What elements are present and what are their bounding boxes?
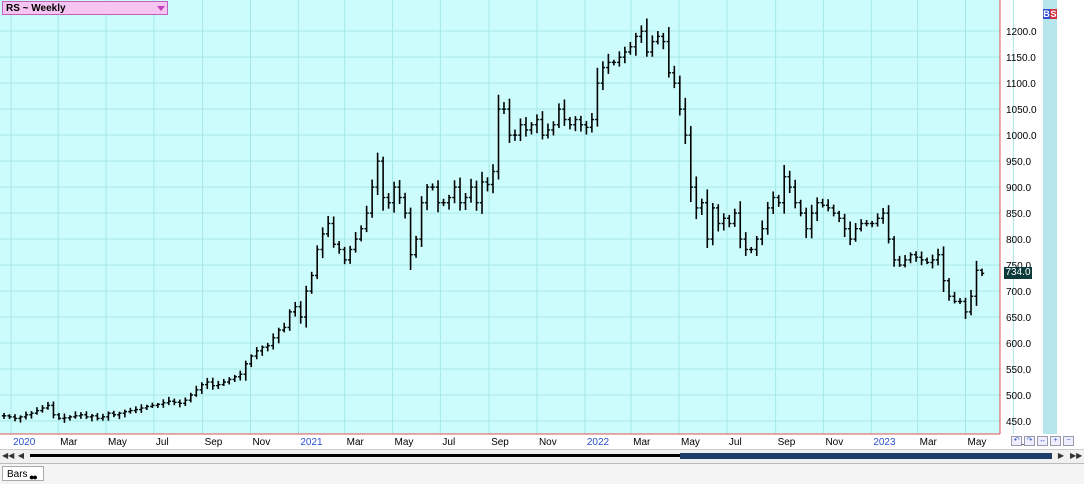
x-tick-label: Nov [252,437,270,448]
x-tick-label: Sep [778,437,796,448]
x-tick-label: May [395,437,414,448]
x-tick-label: May [681,437,700,448]
scroll-end-icon[interactable]: ▶▶ [1070,451,1082,461]
buy-badge[interactable]: B [1043,9,1050,19]
buy-sell-badge[interactable]: BS [1043,9,1057,19]
symbol-selector[interactable]: RS ~ Weekly [2,1,168,15]
scroll-start-icon[interactable]: ◀◀ [2,451,14,461]
scroll-right-icon[interactable]: ▶ [1056,451,1066,461]
status-bar: Bars ●● [0,463,1084,484]
chart-style-tab[interactable]: Bars ●● [2,466,44,482]
x-tick-label: Mar [347,437,365,448]
y-tick-label: 450.0 [1006,417,1031,428]
y-tick-label: 850.0 [1006,209,1031,220]
x-tick-label: Sep [205,437,223,448]
undo-icon[interactable]: ↶ [1011,436,1022,446]
y-tick-label: 1000.0 [1006,131,1037,142]
time-scrollbar[interactable]: ◀◀ ◀ ▶ ▶▶ [0,449,1084,463]
x-tick-label: Sep [491,437,509,448]
dropdown-arrow-icon[interactable] [157,6,165,11]
y-tick-label: 1050.0 [1006,105,1037,116]
y-tick-label: 650.0 [1006,313,1031,324]
x-tick-label: Mar [920,437,938,448]
y-tick-label: 550.0 [1006,365,1031,376]
zoom-in-icon[interactable]: + [1050,436,1061,446]
y-tick-label: 500.0 [1006,391,1031,402]
x-axis-labels: 2020 Mar May Jul Sep Nov 2021 Mar May Jul Sep Nov 20… [13,437,1028,448]
y-tick-label: 1100.0 [1006,79,1036,90]
x-tick-label: Jul [156,437,169,448]
scroll-left-icon[interactable]: ◀ [16,451,26,461]
sell-badge[interactable]: S [1050,9,1057,19]
x-tick-label: 2023 [873,437,896,448]
right-strip [1043,0,1057,434]
y-tick-label: 950.0 [1006,157,1031,168]
x-tick-label: Nov [539,437,557,448]
x-tick-label: May [968,437,987,448]
x-tick-label: Mar [633,437,651,448]
y-tick-label: 1150.0 [1006,53,1036,64]
x-tick-label: May [108,437,127,448]
y-tick-label: 600.0 [1006,339,1031,350]
x-tick-label: Nov [825,437,843,448]
zoom-out-icon[interactable]: − [1063,436,1074,446]
redo-icon[interactable]: ↷ [1024,436,1035,446]
last-price-tag: 734.0 [1004,267,1032,280]
y-tick-label: 700.0 [1006,287,1031,298]
price-chart[interactable]: 450.0500.0550.0600.0650.0700.0750.0800.0… [0,0,1084,449]
x-tick-label: Jul [442,437,455,448]
expand-icon[interactable]: ↔ [1037,436,1048,446]
y-tick-label: 1200.0 [1006,27,1037,38]
chart-style-label: Bars [7,469,28,480]
y-tick-label: 800.0 [1006,235,1031,246]
x-tick-label: 2020 [13,437,36,448]
y-axis-labels: 450.0500.0550.0600.0650.0700.0750.0800.0… [1006,27,1037,428]
x-tick-label: Mar [60,437,78,448]
x-tick-label: 2021 [300,437,323,448]
chart-area[interactable]: 450.0500.0550.0600.0650.0700.0750.0800.0… [0,0,1084,449]
y-tick-label: 900.0 [1006,183,1031,194]
x-tick-label: Jul [729,437,742,448]
x-tick-label: 2022 [587,437,610,448]
scroll-thumb[interactable] [680,453,1052,459]
symbol-label: RS ~ Weekly [6,3,66,14]
